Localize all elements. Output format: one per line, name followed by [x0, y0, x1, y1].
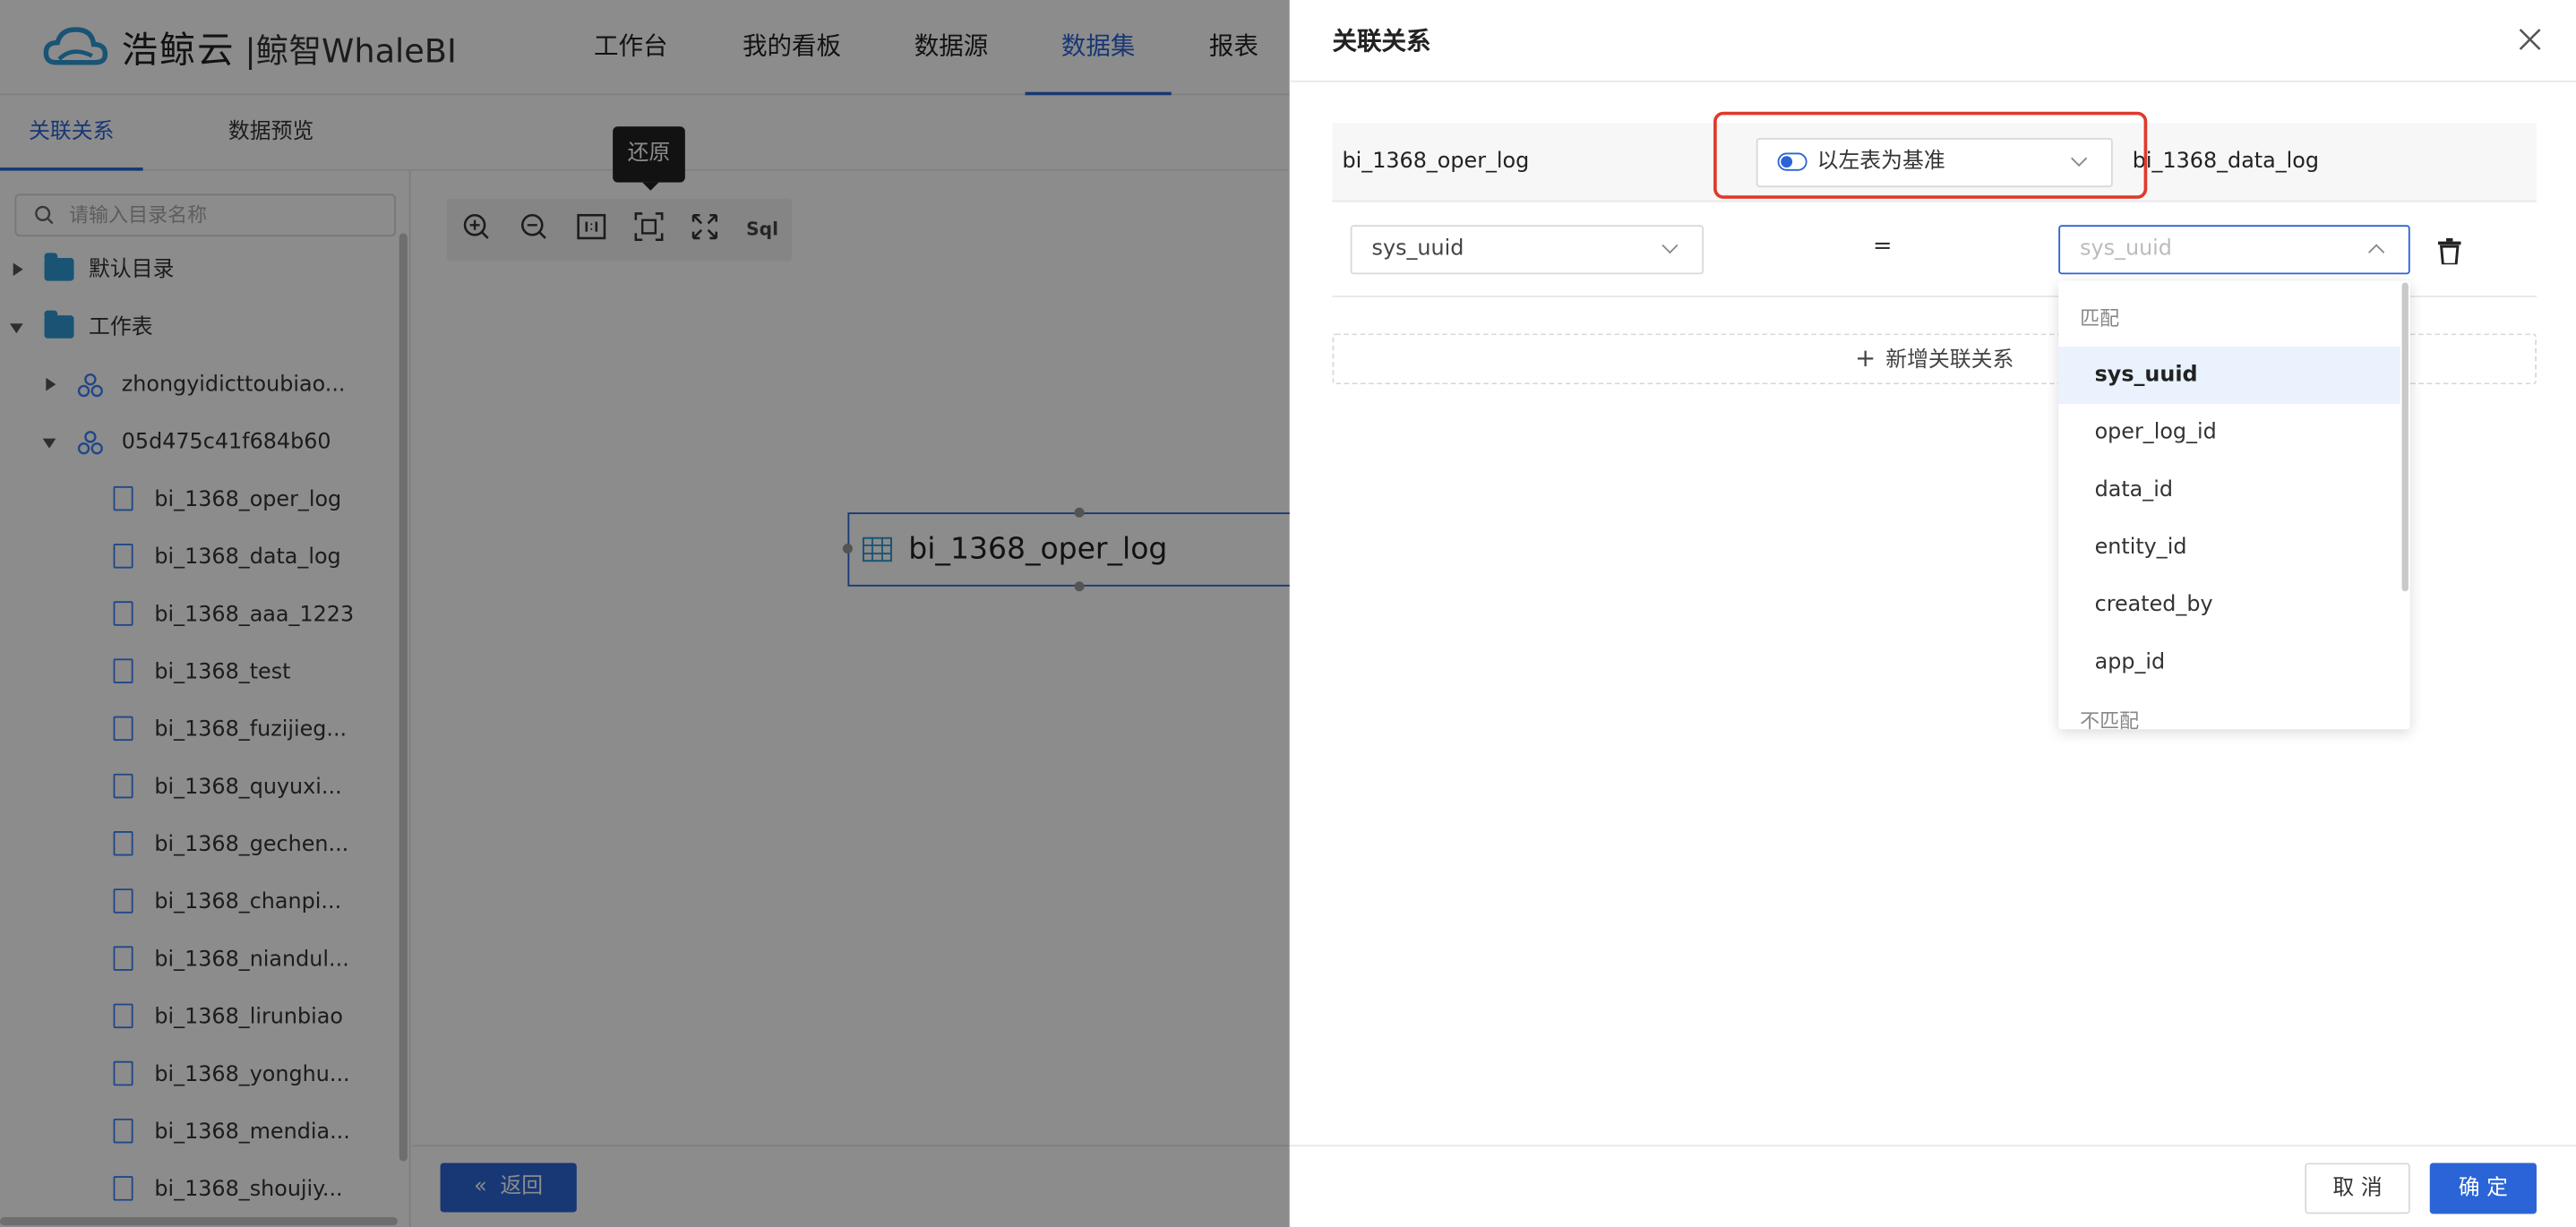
dropdown-scrollbar[interactable]	[2401, 282, 2409, 592]
divider	[1289, 1145, 2576, 1147]
chevron-down-icon	[1662, 237, 1679, 254]
left-table-name: bi_1368_oper_log	[1342, 149, 1530, 175]
dropdown-group-nomatch: 不匹配	[2080, 709, 2140, 730]
dropdown-option[interactable]: app_id	[2058, 634, 2400, 691]
close-icon[interactable]	[2519, 28, 2542, 51]
dropdown-option[interactable]: entity_id	[2058, 519, 2400, 577]
add-relation-label: 新增关联关系	[1885, 348, 2014, 373]
equals-sign: =	[1872, 233, 1893, 260]
left-field-select[interactable]: sys_uuid	[1350, 225, 1704, 275]
dropdown-option[interactable]: created_by	[2058, 577, 2400, 634]
cancel-button[interactable]: 取 消	[2305, 1163, 2410, 1214]
right-table-name: bi_1368_data_log	[2132, 149, 2320, 175]
right-field-placeholder: sys_uuid	[2080, 236, 2172, 262]
right-field-select[interactable]: sys_uuid	[2058, 225, 2410, 275]
dropdown-option[interactable]: sys_uuid	[2058, 346, 2400, 405]
dropdown-option[interactable]: oper_log_id	[2058, 404, 2400, 461]
plus-icon: +	[1855, 343, 1876, 373]
delete-icon[interactable]	[2437, 237, 2461, 265]
modal-overlay[interactable]	[0, 0, 1290, 1227]
dropdown-group-match: 匹配	[2080, 306, 2120, 330]
drawer-title: 关联关系	[1332, 26, 1431, 56]
left-field-value: sys_uuid	[1371, 236, 1464, 262]
annotation-highlight-box	[1713, 111, 2148, 199]
confirm-button[interactable]: 确 定	[2429, 1163, 2537, 1214]
chevron-up-icon	[2368, 244, 2385, 261]
field-dropdown: 匹配 sys_uuid oper_log_id data_id entity_i…	[2058, 280, 2410, 730]
dropdown-option[interactable]: data_id	[2058, 461, 2400, 519]
divider	[1289, 80, 2576, 82]
